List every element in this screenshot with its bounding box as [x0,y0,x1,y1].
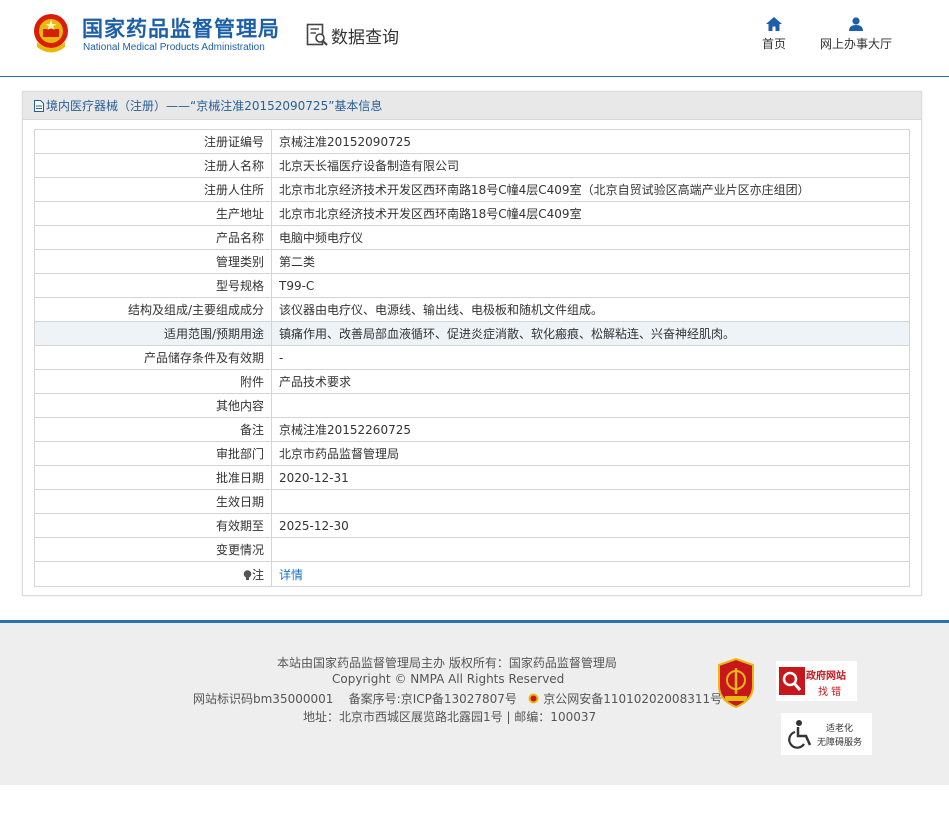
field-label: 注册证编号 [34,129,272,154]
field-value: - [271,345,910,370]
footer-site-id: 网站标识码bm35000001 [193,692,334,706]
gov-site-badge-subtitle: 找 错 [818,687,842,698]
nav-home-label: 首页 [761,37,786,51]
table-row: 注册证编号 京械注准20152090725 [34,129,910,154]
field-label: 其他内容 [34,393,272,418]
field-value: 北京天长福医疗设备制造有限公司 [271,153,910,178]
gov-site-badge-title: 政府网站 [806,671,846,682]
table-row: 有效期至 2025-12-30 [34,513,910,538]
table-row: 适用范围/预期用途 镇痛作用、改善局部血液循环、促进炎症消散、软化瘢痕、松解粘连、… [34,321,910,346]
detail-link[interactable]: 详情 [279,568,303,582]
field-label: 批准日期 [34,465,272,490]
field-label: 产品名称 [34,225,272,250]
note-label: 注 [251,567,264,582]
footer-sponsor: 本站由国家药品监督管理局主办 版权所有：国家药品监督管理局 [277,656,617,670]
footer-icp[interactable]: 备案序号:京ICP备13027807号 [349,692,517,706]
user-icon [849,17,863,31]
document-icon [34,100,44,112]
field-label: 管理类别 [34,249,272,274]
footer-police[interactable]: 京公网安备11010202008311号 [543,692,722,706]
table-row: 结构及组成/主要组成成分 该仪器由电疗仪、电源线、输出线、电极板和随机文件组成。 [34,297,910,322]
field-value: 该仪器由电疗仪、电源线、输出线、电极板和随机文件组成。 [271,297,910,322]
field-label: 附件 [34,369,272,394]
data-query-title: 数据查询 [331,28,399,48]
table-row: 产品名称 电脑中频电疗仪 [34,225,910,250]
field-value: 北京市北京经济技术开发区西环南路18号C幢4层C409室 [271,201,910,226]
site-footer: 本站由国家药品监督管理局主办 版权所有：国家药品监督管理局 Copyright … [0,620,949,785]
nav-home-link[interactable]: 首页 [754,17,794,52]
panel-header: 境内医疗器械（注册）——“京械注准20152090725”基本信息 [23,92,921,120]
table-row: 其他内容 [34,393,910,418]
magnifier-icon [779,667,805,695]
table-row: 备注 京械注准20152260725 [34,417,910,442]
field-label: 生效日期 [34,489,272,514]
field-label: 审批部门 [34,441,272,466]
field-label: 有效期至 [34,513,272,538]
field-value: 京械注准20152260725 [271,417,910,442]
field-label: 适用范围/预期用途 [34,321,272,346]
table-row: 产品储存条件及有效期 - [34,345,910,370]
table-row: 生效日期 [34,489,910,514]
field-value: 2025-12-30 [271,513,910,538]
nav-service-hall-link[interactable]: 网上办事大厅 [815,17,897,52]
footer-registration: 网站标识码bm35000001 备案序号:京ICP备13027807号 京公网安… [193,690,722,707]
gov-site-report-badge[interactable]: 政府网站 找 错 [776,661,857,701]
field-value [271,489,910,514]
field-value-note: 详情 [271,561,910,587]
table-row: 批准日期 2020-12-31 [34,465,910,490]
site-header: 国家药品监督管理局 National Medical Products Admi… [0,0,949,77]
accessibility-service-badge[interactable]: 适老化 无障碍服务 [781,713,872,755]
field-label: 备注 [34,417,272,442]
accessibility-icon [788,720,812,749]
field-label: 变更情况 [34,537,272,562]
field-value: 第二类 [271,249,910,274]
field-value: T99-C [271,273,910,298]
national-emblem-icon[interactable] [31,12,71,54]
site-logo-title[interactable]: 国家药品监督管理局 [82,13,280,43]
table-row: 审批部门 北京市药品监督管理局 [34,441,910,466]
field-value: 北京市药品监督管理局 [271,441,910,466]
home-icon [766,17,782,31]
field-value [271,393,910,418]
table-row: 注册人住所 北京市北京经济技术开发区西环南路18号C幢4层C409室（北京自贸试验… [34,177,910,202]
field-label: 产品储存条件及有效期 [34,345,272,370]
data-query-icon [306,23,328,46]
accessibility-badge-subtitle: 无障碍服务 [817,738,863,748]
device-info-panel: 境内医疗器械（注册）——“京械注准20152090725”基本信息 注册证编号京… [22,91,922,596]
table-row-note: 注 详情 [34,561,910,587]
party-government-badge-icon[interactable] [716,658,756,708]
footer-copyright: Copyright © NMPA All Rights Reserved [332,672,565,686]
nav-service-hall-label: 网上办事大厅 [819,37,892,51]
field-label-note: 注 [34,561,272,587]
table-row: 变更情况 [34,537,910,562]
table-row: 型号规格 T99-C [34,273,910,298]
field-label: 注册人名称 [34,153,272,178]
panel-title: 境内医疗器械（注册）——“京械注准20152090725”基本信息 [46,99,383,113]
footer-address: 地址：北京市西城区展览路北露园1号 | 邮编：100037 [303,710,597,724]
field-value: 产品技术要求 [271,369,910,394]
table-row: 注册人名称 北京天长福医疗设备制造有限公司 [34,153,910,178]
field-value: 京械注准20152090725 [271,129,910,154]
table-row: 管理类别 第二类 [34,249,910,274]
table-row: 附件 产品技术要求 [34,369,910,394]
field-label: 型号规格 [34,273,272,298]
lightbulb-icon [243,569,252,580]
field-value: 2020-12-31 [271,465,910,490]
field-label: 生产地址 [34,201,272,226]
site-logo-subtitle[interactable]: National Medical Products Administration [83,42,265,53]
field-label: 结构及组成/主要组成成分 [34,297,272,322]
accessibility-badge-title: 适老化 [826,724,854,734]
field-value: 镇痛作用、改善局部血液循环、促进炎症消散、软化瘢痕、松解粘连、兴奋神经肌肉。 [271,321,910,346]
field-value [271,537,910,562]
police-badge-icon [528,693,539,704]
info-table: 注册证编号 京械注准20152090725 注册人名称 北京天长福医疗设备制造有限公司… [34,129,910,587]
field-value: 电脑中频电疗仪 [271,225,910,250]
field-label: 注册人住所 [34,177,272,202]
field-value: 北京市北京经济技术开发区西环南路18号C幢4层C409室（北京自贸试验区高端产业… [271,177,910,202]
table-row: 生产地址 北京市北京经济技术开发区西环南路18号C幢4层C409室 [34,201,910,226]
